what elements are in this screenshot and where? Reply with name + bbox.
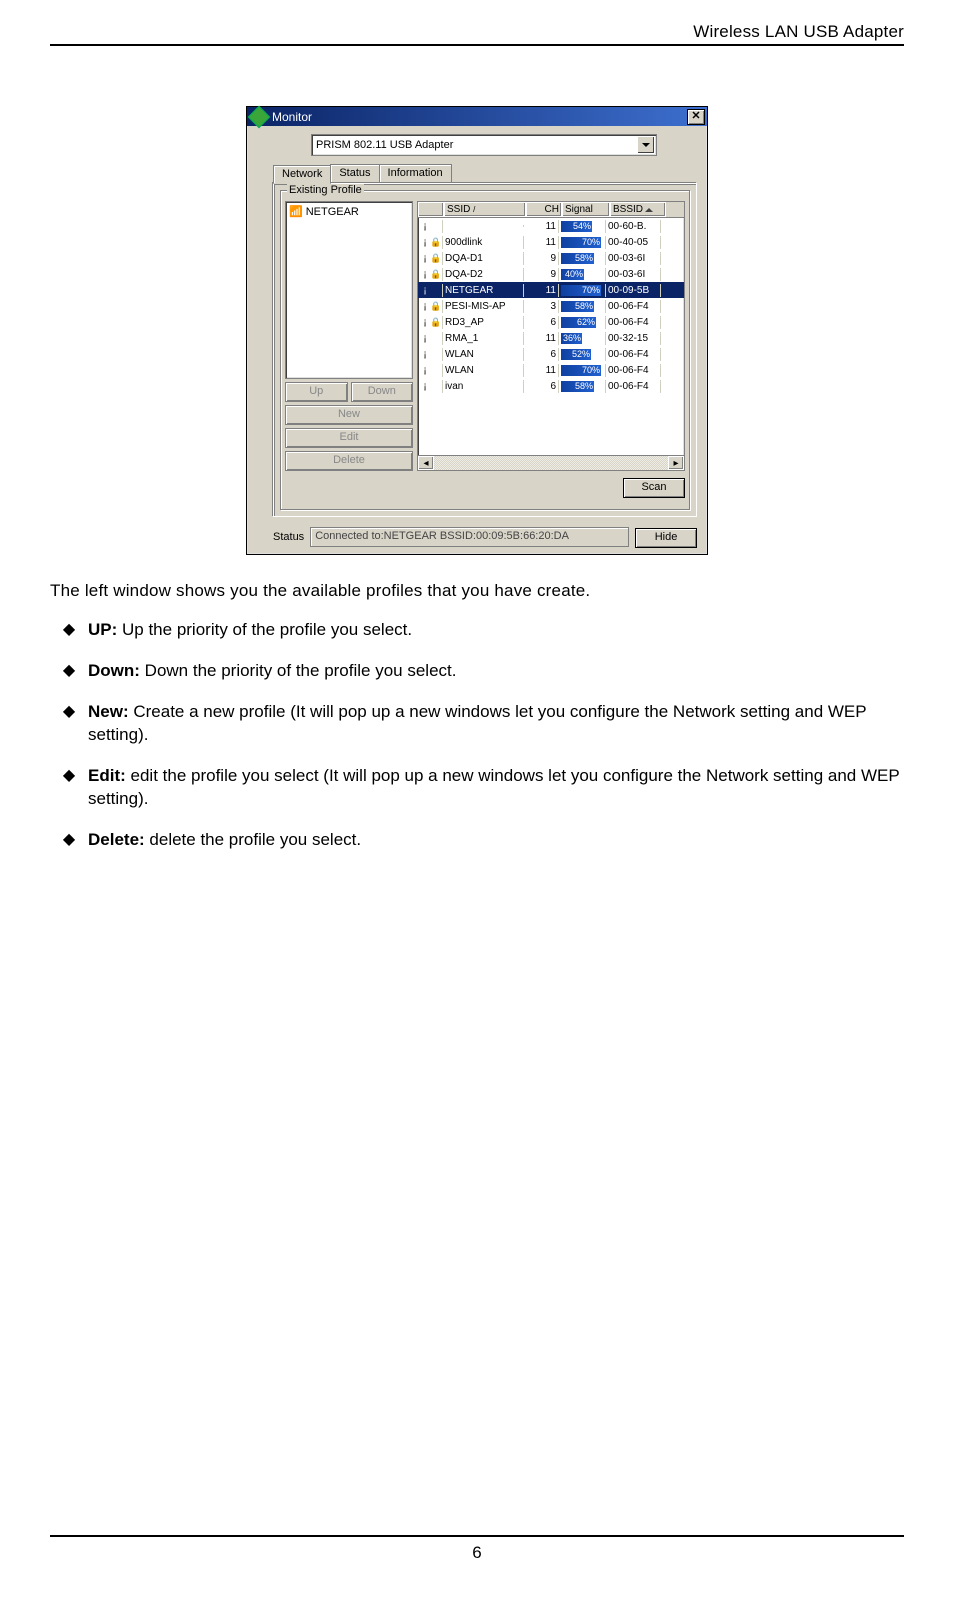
- bullet-item: ◆New: Create a new profile (It will pop …: [50, 701, 904, 747]
- adapter-dropdown[interactable]: PRISM 802.11 USB Adapter: [311, 134, 657, 156]
- col-signal[interactable]: Signal: [562, 202, 610, 217]
- col-bssid[interactable]: BSSID: [610, 202, 666, 217]
- table-row[interactable]: ¡🔒DQA-D1958%00-03-6I: [418, 250, 684, 266]
- profile-name: NETGEAR: [306, 206, 359, 218]
- scroll-right-icon[interactable]: ▸: [668, 456, 684, 470]
- scan-button[interactable]: Scan: [623, 478, 685, 498]
- table-row[interactable]: ¡1154%00-60-B.: [418, 218, 684, 234]
- diamond-icon: ◆: [50, 619, 88, 642]
- network-listview[interactable]: SSID / CH Signal BSSID ¡1154%00-60-B.¡🔒9…: [417, 201, 685, 471]
- status-label: Status: [273, 531, 304, 543]
- table-row[interactable]: ¡RMA_11136%00-32-15: [418, 330, 684, 346]
- lock-icon: 🔒: [430, 269, 438, 280]
- down-button[interactable]: Down: [351, 382, 414, 402]
- intro-text: The left window shows you the available …: [50, 581, 904, 601]
- horizontal-scrollbar[interactable]: ◂ ▸: [418, 455, 684, 470]
- antenna-icon: ¡: [420, 221, 430, 232]
- antenna-icon: ¡: [420, 333, 430, 344]
- dropdown-arrow-icon[interactable]: [637, 136, 655, 154]
- antenna-icon: ¡: [420, 253, 430, 264]
- group-label: Existing Profile: [287, 184, 364, 196]
- antenna-icon: ¡: [420, 269, 430, 280]
- edit-button[interactable]: Edit: [285, 428, 413, 448]
- diamond-icon: ◆: [50, 829, 88, 852]
- profile-icon: 📶: [289, 205, 303, 218]
- monitor-window: Monitor ✕ PRISM 802.11 USB Adapter Netwo…: [246, 106, 708, 555]
- page-number: 6: [0, 1543, 954, 1563]
- tab-strip: Network Status Information: [273, 164, 701, 183]
- titlebar: Monitor ✕: [247, 107, 707, 126]
- table-row[interactable]: ¡NETGEAR1170%00-09-5B: [418, 282, 684, 298]
- bullet-item: ◆Delete: delete the profile you select.: [50, 829, 904, 852]
- antenna-icon: ¡: [420, 365, 430, 376]
- bullet-item: ◆Edit: edit the profile you select (It w…: [50, 765, 904, 811]
- profile-listbox[interactable]: 📶 NETGEAR: [285, 201, 413, 379]
- diamond-icon: ◆: [50, 701, 88, 747]
- existing-profile-group: Existing Profile 📶 NETGEAR Up: [280, 190, 690, 510]
- table-row[interactable]: ¡🔒PESI-MIS-AP358%00-06-F4: [418, 298, 684, 314]
- antenna-icon: ¡: [420, 317, 430, 328]
- list-header: SSID / CH Signal BSSID: [418, 202, 684, 218]
- header-title: Wireless LAN USB Adapter: [50, 22, 904, 42]
- bullet-item: ◆Down: Down the priority of the profile …: [50, 660, 904, 683]
- list-item[interactable]: 📶 NETGEAR: [288, 204, 410, 219]
- close-button[interactable]: ✕: [687, 109, 705, 125]
- app-icon: [248, 105, 271, 128]
- status-text: Connected to:NETGEAR BSSID:00:09:5B:66:2…: [310, 527, 629, 547]
- table-row[interactable]: ¡WLAN652%00-06-F4: [418, 346, 684, 362]
- lock-icon: 🔒: [430, 301, 438, 312]
- scroll-left-icon[interactable]: ◂: [418, 456, 434, 470]
- antenna-icon: ¡: [420, 301, 430, 312]
- tab-status[interactable]: Status: [330, 164, 379, 183]
- bullet-item: ◆UP: Up the priority of the profile you …: [50, 619, 904, 642]
- lock-icon: 🔒: [430, 253, 438, 264]
- network-panel: Existing Profile 📶 NETGEAR Up: [273, 183, 697, 517]
- col-ssid[interactable]: SSID /: [444, 202, 526, 217]
- antenna-icon: ¡: [420, 349, 430, 360]
- table-row[interactable]: ¡🔒DQA-D2940%00-03-6I: [418, 266, 684, 282]
- col-ch[interactable]: CH: [526, 202, 562, 217]
- tab-network[interactable]: Network: [273, 165, 331, 184]
- footer-rule: [50, 1535, 904, 1537]
- table-row[interactable]: ¡🔒RD3_AP662%00-06-F4: [418, 314, 684, 330]
- diamond-icon: ◆: [50, 660, 88, 683]
- window-title: Monitor: [272, 110, 687, 124]
- diamond-icon: ◆: [50, 765, 88, 811]
- tab-information[interactable]: Information: [379, 164, 452, 183]
- adapter-value: PRISM 802.11 USB Adapter: [316, 139, 453, 151]
- delete-button[interactable]: Delete: [285, 451, 413, 471]
- lock-icon: 🔒: [430, 317, 438, 328]
- new-button[interactable]: New: [285, 405, 413, 425]
- table-row[interactable]: ¡🔒900dlink1170%00-40-05: [418, 234, 684, 250]
- antenna-icon: ¡: [420, 285, 430, 296]
- up-button[interactable]: Up: [285, 382, 348, 402]
- lock-icon: 🔒: [430, 237, 438, 248]
- antenna-icon: ¡: [420, 381, 430, 392]
- antenna-icon: ¡: [420, 237, 430, 248]
- header-rule: [50, 44, 904, 46]
- table-row[interactable]: ¡WLAN1170%00-06-F4: [418, 362, 684, 378]
- hide-button[interactable]: Hide: [635, 528, 697, 548]
- table-row[interactable]: ¡ivan658%00-06-F4: [418, 378, 684, 394]
